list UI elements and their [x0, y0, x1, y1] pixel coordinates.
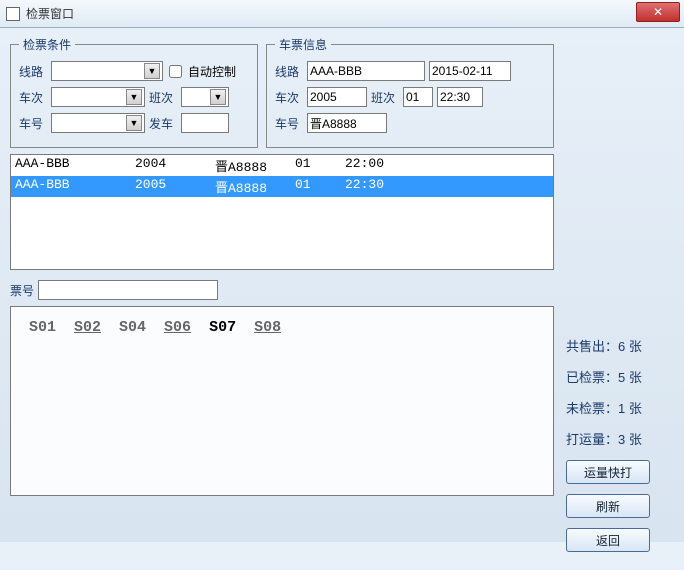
ticket-input[interactable]	[38, 280, 218, 300]
app-icon	[6, 7, 20, 21]
chevron-down-icon: ▼	[126, 115, 142, 131]
ticket-label: 票号	[10, 282, 34, 299]
trip-list[interactable]: AAA-BBB2004晋A88880122:00AAA-BBB2005晋A888…	[10, 154, 554, 270]
seat-S07[interactable]: S07	[209, 319, 236, 336]
auto-checkbox[interactable]	[169, 65, 182, 78]
seat-S01[interactable]: S01	[29, 319, 56, 336]
window-title: 检票窗口	[26, 5, 74, 22]
info-shift-label: 班次	[371, 89, 399, 106]
chevron-down-icon: ▼	[126, 89, 142, 105]
info-train-field[interactable]	[307, 87, 367, 107]
info-car-label: 车号	[275, 115, 303, 132]
info-shift-field[interactable]	[403, 87, 433, 107]
auto-label: 自动控制	[188, 63, 236, 80]
shift-combo[interactable]: ▼	[181, 87, 229, 107]
conditions-legend: 检票条件	[19, 36, 75, 53]
chevron-down-icon: ▼	[144, 63, 160, 79]
route-combo[interactable]: ▼	[51, 61, 163, 81]
seats-panel: S01 S02 S04 S06 S07 S08	[10, 306, 554, 496]
seat-S02[interactable]: S02	[74, 319, 101, 336]
chevron-down-icon: ▼	[210, 89, 226, 105]
side-panel: 共售出：6 张 已检票：5 张 未检票：1 张 打运量：3 张 运量快打 刷新 …	[554, 36, 674, 562]
depart-label: 发车	[149, 115, 177, 132]
info-date-field[interactable]	[429, 61, 511, 81]
stat-sold: 共售出：6 张	[566, 336, 674, 355]
conditions-group: 检票条件 线路 ▼ 自动控制 车次 ▼ 班次 ▼ 车号 ▼ 发车	[10, 36, 258, 148]
stat-checked: 已检票：5 张	[566, 367, 674, 386]
stat-capacity: 打运量：3 张	[566, 429, 674, 448]
list-row[interactable]: AAA-BBB2004晋A88880122:00	[11, 155, 553, 176]
car-label: 车号	[19, 115, 47, 132]
info-train-label: 车次	[275, 89, 303, 106]
train-label: 车次	[19, 89, 47, 106]
stat-unchecked: 未检票：1 张	[566, 398, 674, 417]
list-row[interactable]: AAA-BBB2005晋A88880122:30	[11, 176, 553, 197]
info-route-field[interactable]	[307, 61, 425, 81]
seat-S04[interactable]: S04	[119, 319, 146, 336]
seat-S08[interactable]: S08	[254, 319, 281, 336]
route-label: 线路	[19, 63, 47, 80]
ticket-info-group: 车票信息 线路 车次 班次 车号	[266, 36, 554, 148]
refresh-button[interactable]: 刷新	[566, 494, 650, 518]
close-button[interactable]: ✕	[636, 2, 680, 22]
info-time-field[interactable]	[437, 87, 483, 107]
shift-label: 班次	[149, 89, 177, 106]
train-combo[interactable]: ▼	[51, 87, 145, 107]
car-combo[interactable]: ▼	[51, 113, 145, 133]
quickprint-button[interactable]: 运量快打	[566, 460, 650, 484]
depart-input[interactable]	[181, 113, 229, 133]
info-route-label: 线路	[275, 63, 303, 80]
title-bar: 检票窗口 ✕	[0, 0, 684, 28]
info-legend: 车票信息	[275, 36, 331, 53]
info-car-field[interactable]	[307, 113, 387, 133]
back-button[interactable]: 返回	[566, 528, 650, 552]
seat-S06[interactable]: S06	[164, 319, 191, 336]
